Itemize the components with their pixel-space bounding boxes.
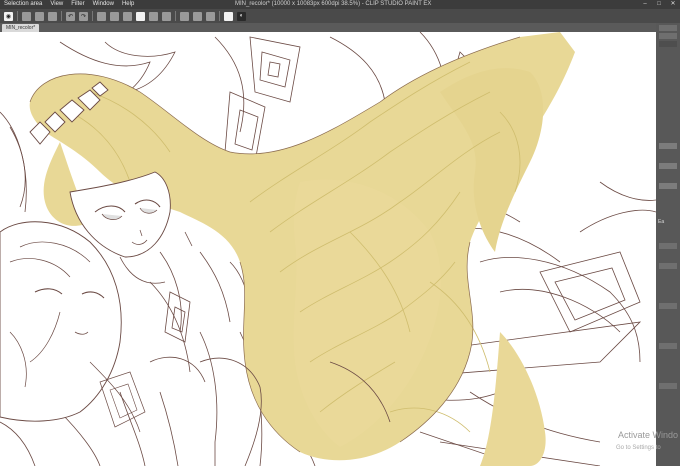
separator	[61, 11, 62, 21]
menu-bar: Selection area View Filter Window Help	[0, 0, 138, 9]
redo-icon[interactable]: ↷	[79, 11, 88, 21]
document-tab-bar: MIN_recolor*	[0, 23, 656, 32]
snap-icon[interactable]	[180, 11, 189, 21]
activation-watermark-title: Activate Windo	[618, 430, 679, 440]
open-file-icon[interactable]	[35, 11, 44, 21]
right-panel: Ea	[656, 23, 680, 466]
undo-icon[interactable]: ↶	[66, 11, 75, 21]
panel-item[interactable]	[659, 41, 677, 47]
transform-icon[interactable]	[110, 11, 119, 21]
deselect-icon[interactable]	[149, 11, 158, 21]
panel-item[interactable]	[659, 383, 677, 389]
window-controls: – □ ✕	[638, 0, 680, 9]
grid-icon[interactable]	[206, 11, 215, 21]
settings-icon[interactable]	[224, 11, 233, 21]
panel-item[interactable]	[659, 263, 677, 269]
ruler-icon[interactable]	[193, 11, 202, 21]
menu-filter[interactable]: Filter	[67, 0, 88, 9]
separator	[17, 11, 18, 21]
close-icon[interactable]: ✕	[666, 0, 680, 9]
minimize-icon[interactable]: –	[638, 0, 652, 9]
separator	[219, 11, 220, 21]
panel-item[interactable]	[659, 163, 677, 169]
separator	[92, 11, 93, 21]
panel-item[interactable]	[659, 25, 677, 31]
fill-color-icon[interactable]	[136, 11, 145, 21]
display-icon[interactable]: ◐	[237, 11, 246, 21]
save-icon[interactable]	[48, 11, 57, 21]
maximize-icon[interactable]: □	[652, 0, 666, 9]
command-bar: ◉ ↶ ↷ ◐	[0, 9, 680, 23]
panel-item[interactable]	[659, 183, 677, 189]
document-tab[interactable]: MIN_recolor*	[2, 24, 40, 32]
menu-window[interactable]: Window	[89, 0, 118, 9]
new-file-icon[interactable]	[22, 11, 31, 21]
panel-item[interactable]	[659, 343, 677, 349]
clip-studio-icon[interactable]: ◉	[4, 11, 13, 21]
menu-selection-area[interactable]: Selection area	[0, 0, 46, 9]
title-bar: Selection area View Filter Window Help M…	[0, 0, 680, 9]
panel-item[interactable]	[659, 33, 677, 39]
artwork	[0, 32, 656, 466]
panel-item[interactable]	[659, 243, 677, 249]
invert-selection-icon[interactable]	[162, 11, 171, 21]
separator	[175, 11, 176, 21]
panel-item[interactable]	[659, 303, 677, 309]
fill-icon[interactable]	[123, 11, 132, 21]
panel-item[interactable]	[659, 143, 677, 149]
window-title: MIN_recolor* (10000 x 10083px 600dpi 38.…	[235, 1, 432, 7]
drawing-canvas[interactable]	[0, 32, 656, 466]
activation-watermark-subtitle: Go to Settings to	[616, 445, 661, 451]
clear-icon[interactable]	[97, 11, 106, 21]
panel-label: Ea	[658, 219, 665, 225]
menu-help[interactable]: Help	[118, 0, 138, 9]
menu-view[interactable]: View	[46, 0, 67, 9]
